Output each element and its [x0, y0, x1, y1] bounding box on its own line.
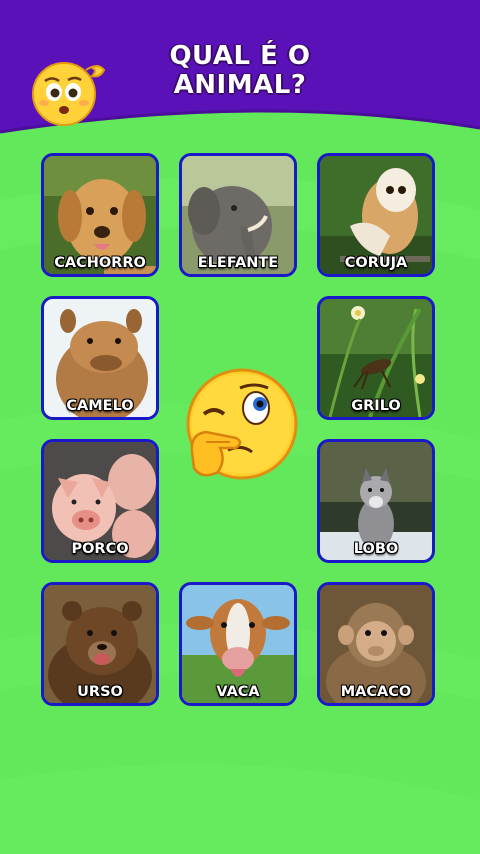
animal-label: URSO: [77, 684, 123, 700]
animal-label: CAMELO: [66, 398, 134, 414]
title-line-1: QUAL É O: [169, 41, 311, 71]
page-title: QUAL É O ANIMAL?: [140, 42, 340, 100]
animal-card-lobo[interactable]: LOBO: [317, 439, 435, 563]
animal-label: ELEFANTE: [197, 255, 279, 271]
animal-label: CORUJA: [344, 255, 408, 271]
animal-card-cachorro[interactable]: CACHORRO: [41, 153, 159, 277]
confused-emoji-icon: [32, 62, 106, 126]
animal-card-porco[interactable]: PORCO: [41, 439, 159, 563]
animal-label: VACA: [216, 684, 260, 700]
thinking-wink-emoji-icon: [186, 368, 298, 480]
animal-label: PORCO: [71, 541, 129, 557]
animal-card-macaco[interactable]: MACACO: [317, 582, 435, 706]
animal-label: LOBO: [353, 541, 399, 557]
animal-card-elefante[interactable]: ELEFANTE: [179, 153, 297, 277]
animal-label: MACACO: [340, 684, 412, 700]
animal-card-coruja[interactable]: CORUJA: [317, 153, 435, 277]
animal-card-camelo[interactable]: CAMELO: [41, 296, 159, 420]
animal-card-urso[interactable]: URSO: [41, 582, 159, 706]
title-line-2: ANIMAL?: [173, 70, 307, 100]
animal-label: GRILO: [351, 398, 401, 414]
animal-card-vaca[interactable]: VACA: [179, 582, 297, 706]
animal-label: CACHORRO: [54, 255, 146, 271]
animal-card-grilo[interactable]: GRILO: [317, 296, 435, 420]
